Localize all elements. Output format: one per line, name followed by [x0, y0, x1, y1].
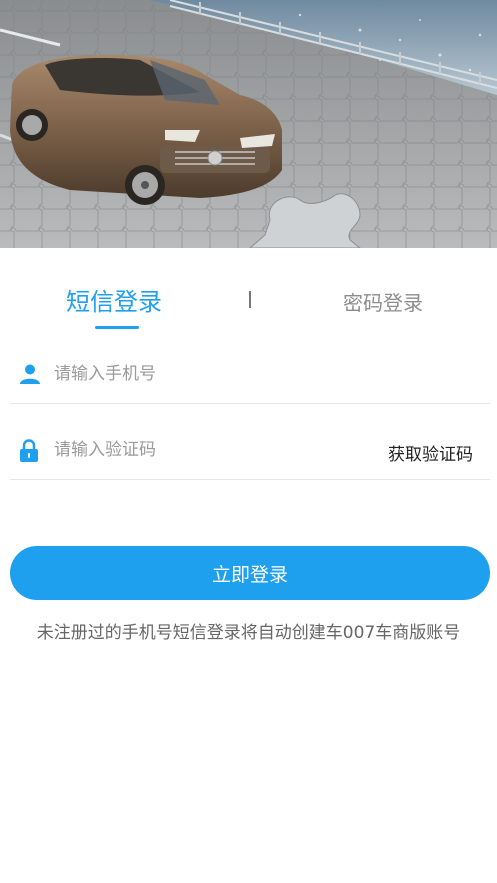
get-code-button[interactable]: 获取验证码: [388, 440, 473, 465]
tab-divider: [249, 291, 251, 308]
verification-code-field: 获取验证码: [10, 420, 490, 480]
lock-icon: [19, 439, 41, 463]
verification-code-input[interactable]: [54, 434, 354, 466]
tab-sms-login[interactable]: 短信登录: [66, 282, 162, 317]
tab-password-login[interactable]: 密码登录: [343, 287, 423, 316]
phone-field: [10, 344, 490, 404]
phone-input[interactable]: [54, 358, 354, 390]
login-button[interactable]: 立即登录: [10, 546, 490, 600]
auto-register-notice: 未注册过的手机号短信登录将自动创建车007车商版账号: [36, 623, 461, 643]
person-icon: [19, 363, 41, 387]
active-tab-indicator: [95, 326, 139, 329]
hero-car-banner: [0, 0, 497, 248]
login-mode-tabs: 短信登录 密码登录: [0, 270, 497, 332]
